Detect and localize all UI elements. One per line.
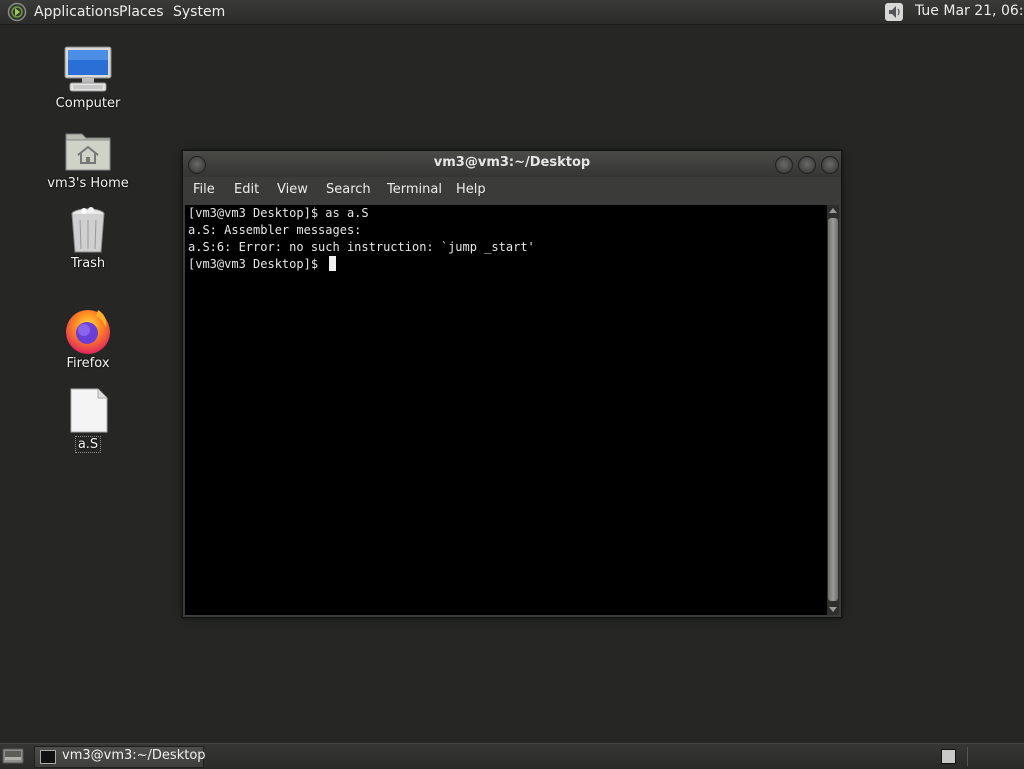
menu-view[interactable]: View bbox=[277, 182, 308, 197]
distro-logo-icon[interactable] bbox=[6, 2, 28, 22]
desktop-icon-firefox[interactable]: Firefox bbox=[38, 304, 138, 371]
trash-icon bbox=[71, 207, 105, 253]
terminal-menubar: File Edit View Search Terminal Help bbox=[183, 178, 841, 204]
scrollbar-thumb[interactable] bbox=[828, 218, 838, 601]
desktop-icon-file-a-s[interactable]: a.S bbox=[38, 384, 138, 453]
file-icon bbox=[70, 388, 108, 433]
desktop-icon-label: Trash bbox=[70, 256, 106, 271]
taskbar-terminal-button[interactable]: vm3@vm3:~/Desktop bbox=[34, 746, 206, 768]
window-titlebar[interactable]: vm3@vm3:~/Desktop bbox=[183, 151, 841, 177]
terminal-window[interactable]: vm3@vm3:~/Desktop File Edit View Search … bbox=[182, 150, 842, 618]
scroll-down-arrow-icon[interactable] bbox=[827, 603, 839, 615]
desktop-icon-label: vm3's Home bbox=[47, 176, 129, 191]
clock[interactable]: Tue Mar 21, 06:42 bbox=[915, 3, 1024, 19]
desktop-icon-home[interactable]: vm3's Home bbox=[38, 124, 138, 191]
desktop-icon-label: a.S bbox=[74, 436, 102, 453]
terminal-output[interactable]: [vm3@vm3 Desktop]$ as a.S a.S: Assembler… bbox=[185, 205, 827, 615]
menu-search[interactable]: Search bbox=[326, 182, 371, 197]
desktop-icon-computer[interactable]: Computer bbox=[38, 44, 138, 111]
terminal-icon bbox=[40, 750, 56, 764]
menu-applications[interactable]: Applications bbox=[34, 3, 120, 21]
text-cursor bbox=[329, 256, 337, 271]
taskbar-label: vm3@vm3:~/Desktop bbox=[62, 748, 206, 763]
window-title: vm3@vm3:~/Desktop bbox=[433, 155, 591, 170]
home-folder-icon bbox=[65, 133, 111, 171]
terminal-line: a.S: Assembler messages: bbox=[188, 223, 362, 237]
close-button[interactable] bbox=[821, 156, 839, 174]
menu-edit[interactable]: Edit bbox=[234, 182, 259, 197]
terminal-line: a.S:6: Error: no such instruction: `jump… bbox=[188, 240, 535, 254]
panel-divider bbox=[967, 747, 968, 766]
computer-icon bbox=[64, 46, 112, 92]
show-desktop-icon[interactable] bbox=[2, 747, 24, 765]
workspace-switcher[interactable] bbox=[941, 749, 956, 764]
terminal-scrollbar[interactable] bbox=[827, 205, 839, 615]
scroll-up-arrow-icon[interactable] bbox=[827, 205, 839, 217]
menu-places[interactable]: Places bbox=[119, 3, 164, 21]
menu-system[interactable]: System bbox=[173, 3, 225, 21]
terminal-line: [vm3@vm3 Desktop]$ as a.S bbox=[188, 206, 369, 220]
desktop-icon-label: Computer bbox=[55, 96, 121, 111]
top-panel: Applications Places System Tue Mar 21, 0… bbox=[0, 0, 1024, 25]
terminal-prompt: [vm3@vm3 Desktop]$ bbox=[188, 257, 326, 271]
terminal-prompt-line: [vm3@vm3 Desktop]$ bbox=[188, 256, 337, 272]
firefox-icon bbox=[66, 310, 110, 354]
bottom-panel: vm3@vm3:~/Desktop bbox=[0, 743, 1024, 769]
desktop-icon-label: Firefox bbox=[66, 356, 110, 371]
minimize-button[interactable] bbox=[775, 156, 793, 174]
desktop-icon-trash[interactable]: Trash bbox=[38, 204, 138, 271]
menu-help[interactable]: Help bbox=[456, 182, 486, 197]
menu-terminal[interactable]: Terminal bbox=[387, 182, 442, 197]
menu-file[interactable]: File bbox=[193, 182, 215, 197]
maximize-button[interactable] bbox=[798, 156, 816, 174]
volume-icon[interactable] bbox=[884, 2, 904, 22]
